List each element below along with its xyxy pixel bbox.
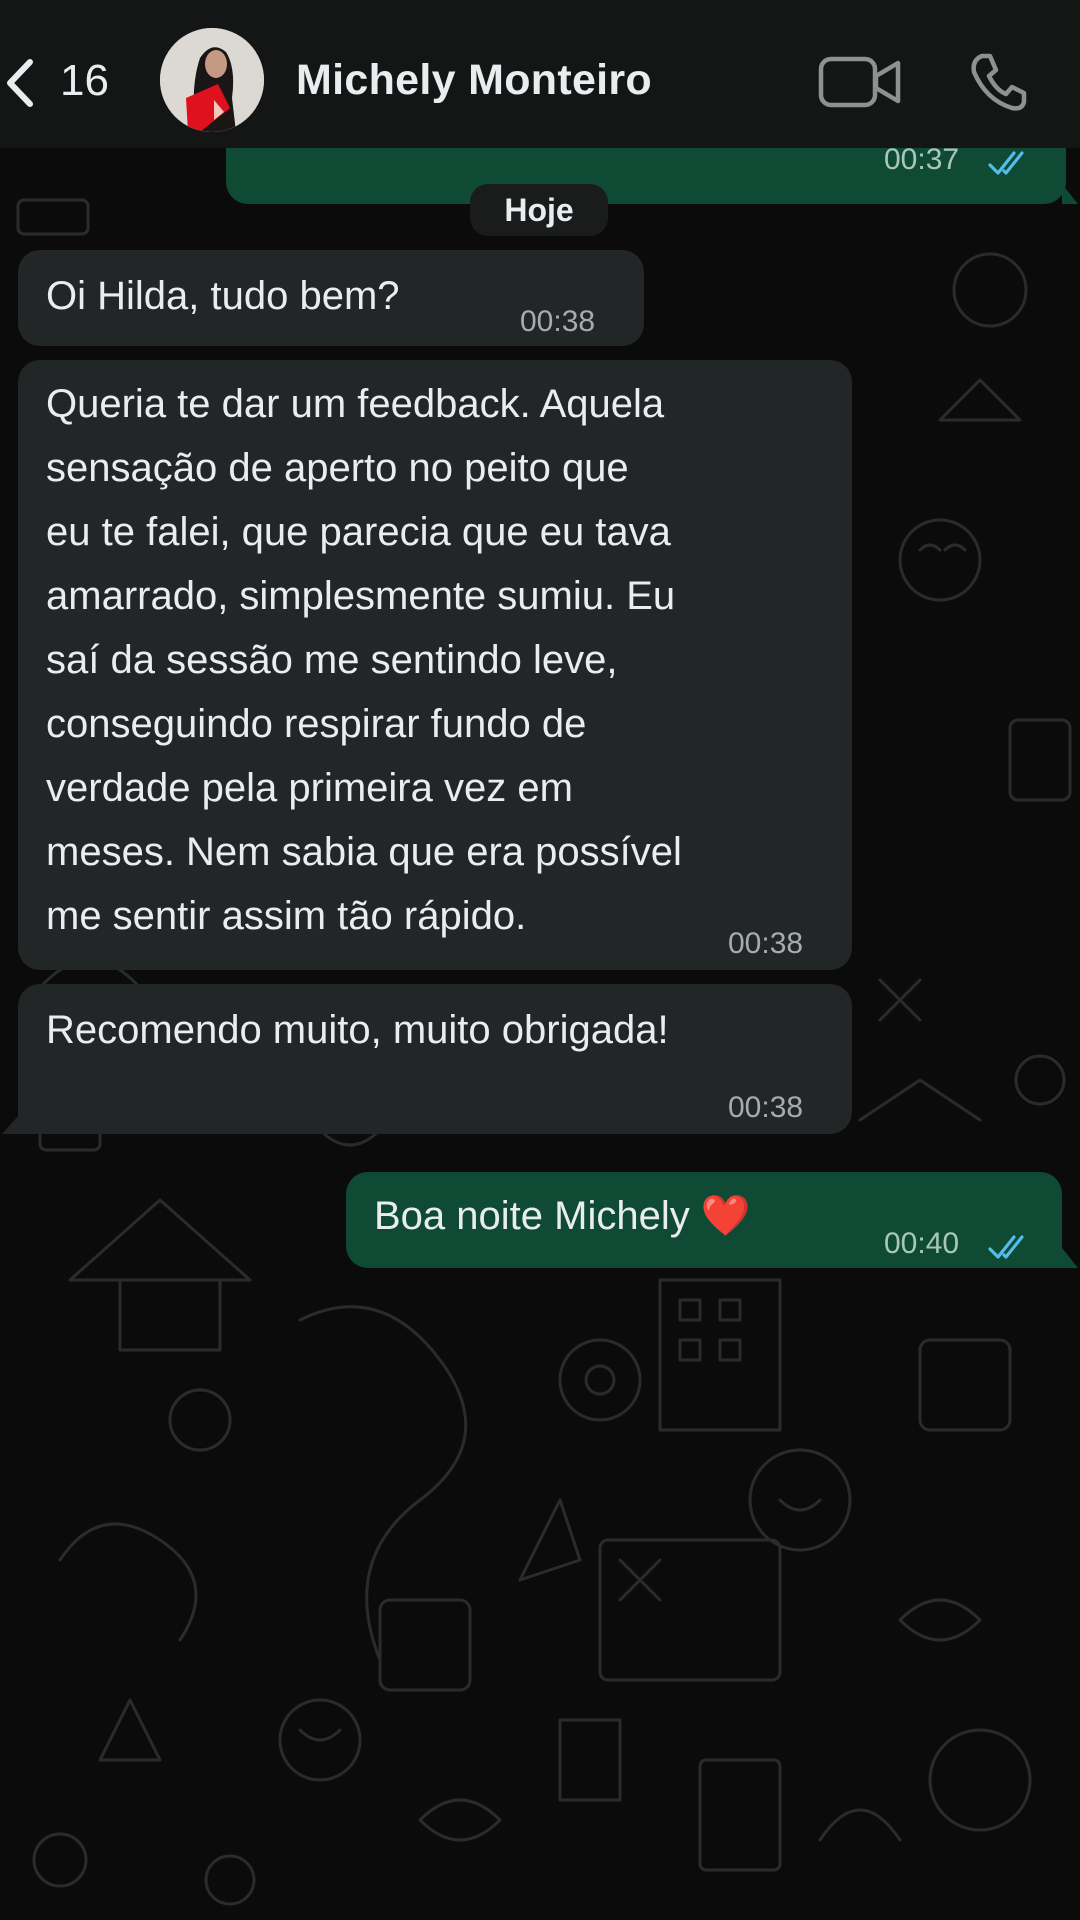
video-call-button[interactable] (818, 54, 902, 110)
bubble-tail (2, 1114, 20, 1134)
unread-count[interactable]: 16 (60, 56, 109, 106)
message-bubble-incoming[interactable]: Queria te dar um feedback. Aquela sensaç… (18, 360, 852, 970)
contact-name[interactable]: Michely Monteiro (296, 56, 652, 105)
voice-call-button[interactable] (966, 50, 1030, 114)
message-time: 00:38 (520, 305, 596, 338)
chat-header: 16 Michely Monteiro (0, 0, 1080, 148)
message-text: Boa noite Michely ❤️ (374, 1194, 751, 1238)
message-bubble-outgoing[interactable]: Boa noite Michely ❤️ 00:40 (346, 1172, 1062, 1268)
avatar[interactable] (160, 28, 264, 132)
message-bubble-incoming[interactable]: Recomendo muito, muito obrigada! 00:38 (18, 984, 852, 1134)
date-chip: Hoje (470, 184, 608, 236)
bubble-tail (1062, 1248, 1078, 1268)
message-bubble-incoming[interactable]: Oi Hilda, tudo bem? 00:38 (18, 250, 644, 346)
chevron-left-icon (4, 58, 34, 108)
message-text: Oi Hilda, tudo bem? (46, 274, 400, 318)
message-time: 00:40 (884, 1227, 960, 1260)
double-check-icon (988, 1216, 1032, 1280)
bubble-tail (1062, 184, 1078, 204)
chat-area[interactable]: 00:37 Hoje Oi Hilda, tudo bem? 00:38 Que… (0, 108, 1080, 1920)
phone-icon (966, 53, 1030, 118)
message-time: 00:38 (728, 1091, 804, 1124)
message-text: Queria te dar um feedback. Aquela sensaç… (46, 382, 682, 938)
message-text: Recomendo muito, muito obrigada! (46, 1008, 669, 1052)
message-time: 00:38 (728, 927, 804, 960)
video-camera-icon (818, 56, 902, 114)
